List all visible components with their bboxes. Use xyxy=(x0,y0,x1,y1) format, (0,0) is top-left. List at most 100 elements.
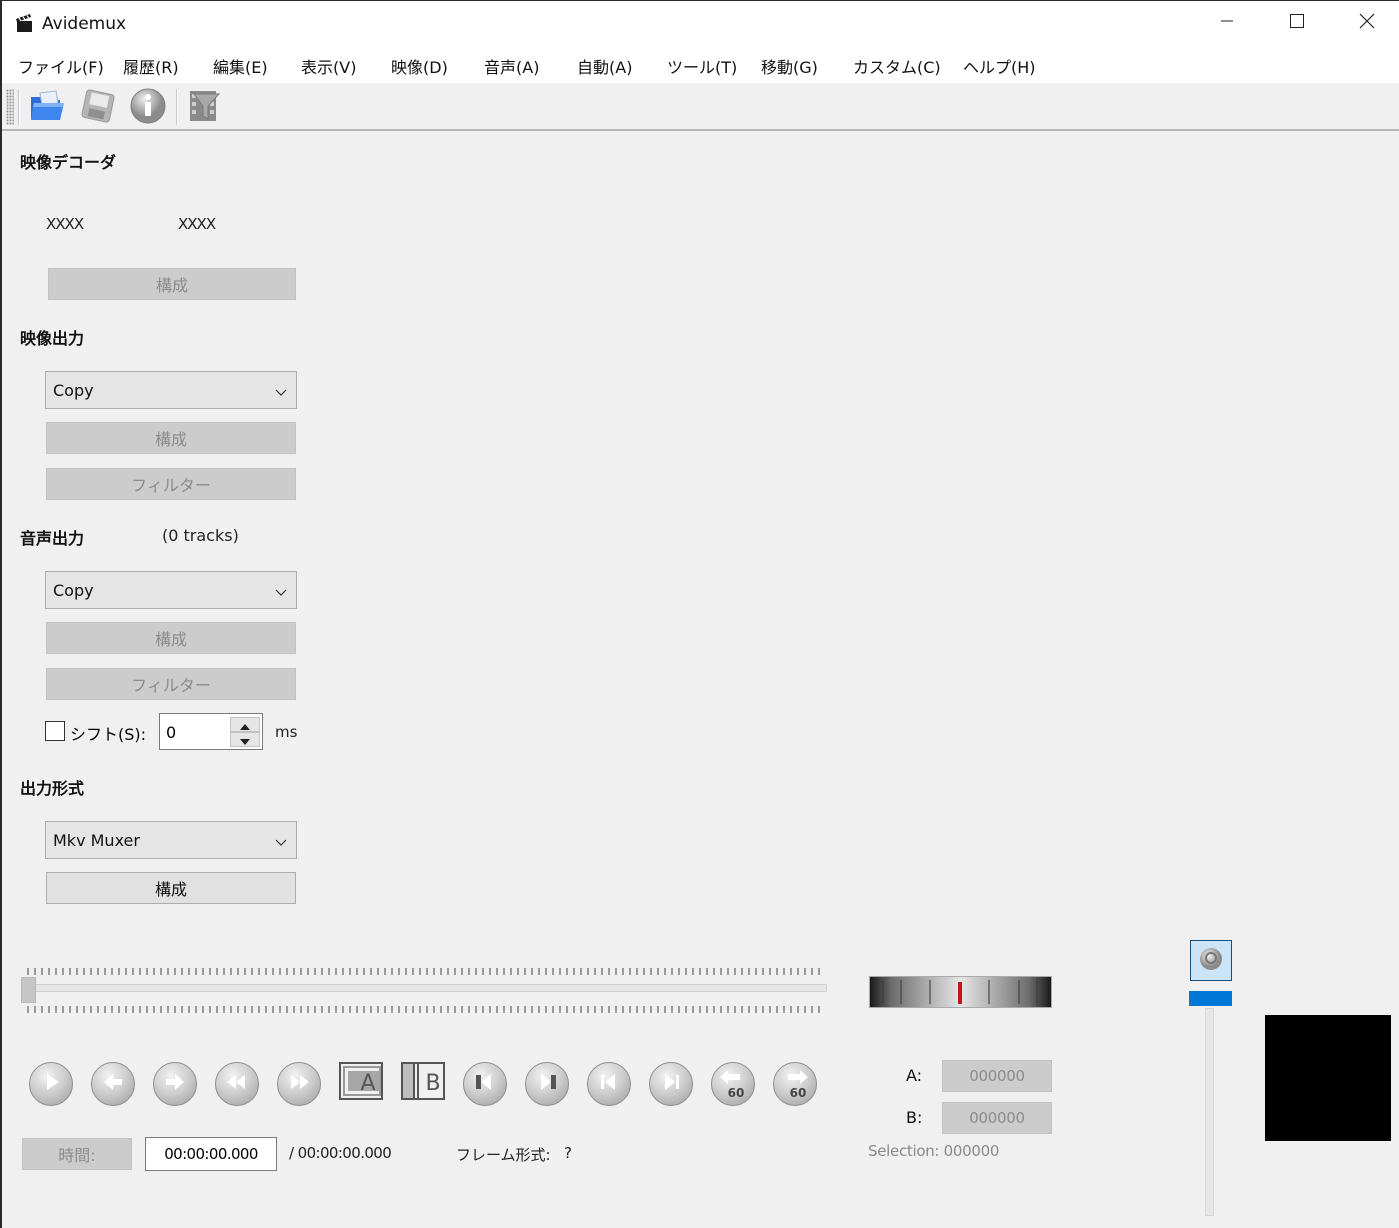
video-configure-button[interactable]: 構成 xyxy=(46,422,296,454)
back-60s-button[interactable]: 60 xyxy=(711,1062,755,1106)
marker-b-icon: B xyxy=(400,1060,446,1106)
previous-frame-button[interactable] xyxy=(91,1062,135,1106)
skip-to-start-icon xyxy=(597,1070,621,1098)
toolbar xyxy=(2,83,1399,131)
audio-codec-value: Copy xyxy=(53,580,94,600)
svg-text:A: A xyxy=(360,1071,375,1096)
decoder-value-1: XXXX xyxy=(46,215,84,233)
previous-cut-icon xyxy=(473,1070,497,1098)
toolbar-grip[interactable] xyxy=(6,89,14,125)
jog-notch xyxy=(1018,980,1020,1004)
forward-60-icon: 60 xyxy=(778,1065,812,1103)
audio-filters-button[interactable]: フィルター xyxy=(46,668,296,700)
first-frame-button[interactable] xyxy=(587,1062,631,1106)
current-time-input[interactable] xyxy=(146,1138,276,1170)
next-keyframe-button[interactable] xyxy=(277,1062,321,1106)
maximize-button[interactable] xyxy=(1262,1,1332,45)
save-button[interactable] xyxy=(78,88,118,128)
jog-notch xyxy=(882,980,884,1004)
audio-output-title: 音声出力 xyxy=(20,529,85,548)
play-icon xyxy=(39,1070,63,1098)
open-button[interactable] xyxy=(27,88,67,128)
volume-slider-handle[interactable] xyxy=(1189,991,1232,1006)
title-bar: Avidemux xyxy=(2,1,1399,45)
menu-go[interactable]: 移動(G) xyxy=(761,54,818,78)
properties-button[interactable] xyxy=(128,88,168,128)
window-title: Avidemux xyxy=(42,14,127,34)
slider-ticks-bottom xyxy=(27,1006,822,1013)
marker-b-field[interactable]: 000000 xyxy=(942,1102,1052,1134)
fast-forward-icon xyxy=(287,1070,311,1098)
menu-auto[interactable]: 自動(A) xyxy=(577,54,632,78)
audio-configure-button[interactable]: 構成 xyxy=(46,622,296,654)
marker-a-label: A: xyxy=(906,1066,923,1085)
info-icon xyxy=(129,87,167,129)
open-folder-icon xyxy=(28,89,66,127)
next-frame-button[interactable] xyxy=(153,1062,197,1106)
audio-track-count: (0 tracks) xyxy=(162,526,239,545)
menu-help[interactable]: ヘルプ(H) xyxy=(963,54,1036,78)
last-frame-button[interactable] xyxy=(649,1062,693,1106)
volume-slider[interactable] xyxy=(1205,1008,1214,1216)
spin-down-button[interactable] xyxy=(230,732,260,747)
marker-b-label: B: xyxy=(906,1108,923,1127)
menu-history[interactable]: 履歴(R) xyxy=(123,54,179,78)
jog-shuttle[interactable] xyxy=(869,976,1052,1008)
arrow-left-icon xyxy=(101,1070,125,1098)
forward-60s-button[interactable]: 60 xyxy=(773,1062,817,1106)
muxer-configure-button[interactable]: 構成 xyxy=(46,872,296,904)
menu-file[interactable]: ファイル(F) xyxy=(18,54,104,78)
maximize-icon xyxy=(1289,13,1305,33)
minimize-button[interactable] xyxy=(1192,1,1262,45)
triangle-down-icon xyxy=(240,730,250,749)
decoder-configure-button[interactable]: 構成 xyxy=(48,268,296,300)
menu-edit[interactable]: 編集(E) xyxy=(213,54,268,78)
marker-a-field[interactable]: 000000 xyxy=(942,1060,1052,1092)
menu-tools[interactable]: ツール(T) xyxy=(667,54,737,78)
menu-video[interactable]: 映像(D) xyxy=(391,54,448,78)
shift-input[interactable] xyxy=(164,720,226,744)
muxer-select[interactable]: Mkv Muxer xyxy=(45,821,297,859)
set-marker-a-button[interactable]: A xyxy=(338,1062,384,1104)
next-cut-icon xyxy=(535,1070,559,1098)
timeline-slider-handle[interactable] xyxy=(21,977,36,1003)
video-output-title: 映像出力 xyxy=(20,329,85,348)
current-time-field[interactable] xyxy=(145,1137,277,1171)
selection-info: Selection: 000000 xyxy=(868,1142,1000,1160)
video-codec-select[interactable]: Copy xyxy=(45,371,297,409)
audio-codec-select[interactable]: Copy xyxy=(45,571,297,609)
video-filters-button[interactable]: フィルター xyxy=(46,468,296,500)
menu-custom[interactable]: カスタム(C) xyxy=(853,54,941,78)
chevron-down-icon xyxy=(275,583,287,602)
rewind-icon xyxy=(225,1070,249,1098)
frame-type-label: フレーム形式: xyxy=(456,1146,551,1164)
output-format-title: 出力形式 xyxy=(20,779,85,798)
time-button[interactable]: 時間: xyxy=(22,1138,132,1170)
timeline-slider[interactable] xyxy=(22,984,827,992)
menu-bar: ファイル(F) 履歴(R) 編集(E) 表示(V) 映像(D) 音声(A) 自動… xyxy=(2,45,1399,83)
decoder-value-2: XXXX xyxy=(178,215,216,233)
video-codec-value: Copy xyxy=(53,380,94,400)
shift-checkbox[interactable] xyxy=(45,721,65,741)
toolbar-separator xyxy=(176,89,178,125)
next-cut-point-button[interactable] xyxy=(525,1062,569,1106)
previous-keyframe-button[interactable] xyxy=(215,1062,259,1106)
speaker-icon xyxy=(1198,946,1224,976)
svg-text:B: B xyxy=(425,1071,440,1096)
video-preview xyxy=(1265,1015,1391,1141)
previous-cut-point-button[interactable] xyxy=(463,1062,507,1106)
volume-button[interactable] xyxy=(1190,940,1232,981)
close-button[interactable] xyxy=(1332,1,1399,45)
svg-text:60: 60 xyxy=(728,1086,745,1099)
arrow-right-icon xyxy=(163,1070,187,1098)
minimize-icon xyxy=(1219,13,1235,33)
svg-text:60: 60 xyxy=(790,1086,807,1099)
jog-notch xyxy=(1036,980,1038,1004)
menu-view[interactable]: 表示(V) xyxy=(301,54,356,78)
video-decoder-title: 映像デコーダ xyxy=(20,153,117,172)
shift-spinbox[interactable] xyxy=(159,713,263,750)
filters-button[interactable] xyxy=(184,88,224,128)
menu-audio[interactable]: 音声(A) xyxy=(484,54,539,78)
play-button[interactable] xyxy=(29,1062,73,1106)
set-marker-b-button[interactable]: B xyxy=(400,1062,446,1104)
